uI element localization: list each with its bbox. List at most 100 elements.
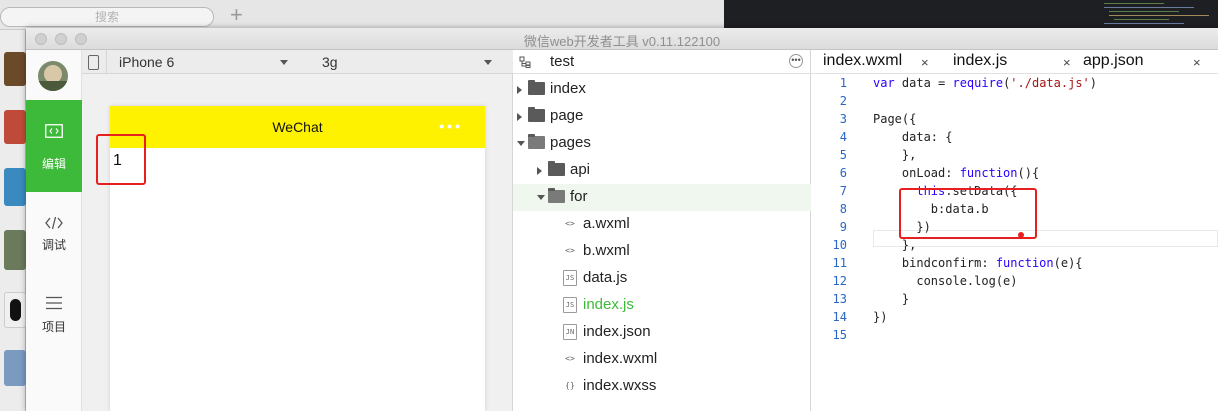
close-icon[interactable]: ×: [921, 55, 929, 70]
chevron-down-icon[interactable]: [484, 60, 492, 65]
code-line: Page({: [873, 112, 917, 126]
line-number: 6: [839, 166, 847, 180]
desktop-search-input[interactable]: 搜索: [0, 7, 214, 27]
thumbnail-image: [4, 350, 26, 386]
code-line: },: [873, 238, 917, 252]
annotation-box-setdata: [899, 188, 1037, 239]
line-number: 7: [839, 184, 847, 198]
chevron-right-icon[interactable]: [537, 167, 542, 175]
tree-item-data-js[interactable]: JS data.js: [513, 265, 811, 292]
code-line: }): [873, 310, 888, 324]
tab-label: index.js: [953, 52, 1008, 69]
tree-item-for[interactable]: for: [513, 184, 811, 211]
tab-label: app.json: [1083, 52, 1144, 69]
line-number: 3: [839, 112, 847, 126]
tab-app-json[interactable]: app.json ×: [1083, 50, 1215, 74]
tree-item-label: index.json: [583, 323, 651, 340]
tab-label: index.wxml: [823, 52, 903, 69]
phone-icon[interactable]: [88, 55, 99, 70]
tree-item-page[interactable]: page: [513, 103, 811, 130]
line-number: 2: [839, 94, 847, 108]
desktop-top-bar: 搜索 +: [0, 0, 724, 30]
project-title: test: [550, 53, 575, 70]
phone-nav-title: WeChat: [272, 119, 323, 135]
code-line: bindconfirm: function(e){: [873, 256, 1083, 270]
file-tree-panel: test ••• index page pages api for <> a.wxml <> b…: [513, 50, 811, 411]
screenshot-root: 搜索 + 微信web开发者工具 v0.11.122100 编辑 调试 项目 iP…: [0, 0, 1218, 411]
code-line: },: [873, 148, 917, 162]
tree-item-a-wxml[interactable]: <> a.wxml: [513, 211, 811, 238]
wxml-file-icon: <>: [565, 246, 575, 255]
tree-item-index-wxml[interactable]: <> index.wxml: [513, 346, 811, 373]
left-nav: 编辑 调试 项目: [26, 50, 82, 411]
chevron-down-icon[interactable]: [517, 141, 525, 146]
more-icon[interactable]: •••: [439, 118, 463, 134]
chevron-down-icon[interactable]: [537, 195, 545, 200]
window-title: 微信web开发者工具 v0.11.122100: [523, 34, 721, 49]
nav-label: 调试: [41, 238, 66, 252]
tree-item-b-wxml[interactable]: <> b.wxml: [513, 238, 811, 265]
phone-nav-bar: WeChat •••: [110, 106, 485, 148]
menu-icon: [46, 296, 62, 310]
close-icon[interactable]: ×: [1063, 55, 1071, 70]
tree-item-index-json[interactable]: JN index.json: [513, 319, 811, 346]
tree-item-label: data.js: [583, 269, 628, 286]
json-file-icon: JN: [563, 324, 577, 340]
devtools-window: 微信web开发者工具 v0.11.122100 编辑 调试 项目 iPhone …: [26, 28, 1218, 411]
tree-item-pages[interactable]: pages: [513, 130, 811, 157]
wxml-file-icon: <>: [565, 219, 575, 228]
line-number: 8: [839, 202, 847, 216]
folder-open-icon: [548, 188, 565, 203]
annotation-box-output: [96, 134, 146, 185]
tab-index-wxml[interactable]: index.wxml ×: [823, 50, 943, 74]
thumbnail-image: [4, 168, 26, 206]
tree-item-index-js[interactable]: JS index.js: [513, 292, 811, 319]
tree-layout-icon[interactable]: [519, 56, 531, 68]
phone-screen: WeChat ••• 1: [110, 106, 485, 411]
thumbnail-image: [4, 52, 26, 86]
background-code-window: [724, 0, 1218, 28]
close-icon[interactable]: ×: [1193, 55, 1201, 70]
tree-item-label: b.wxml: [583, 242, 630, 259]
chevron-right-icon[interactable]: [517, 113, 522, 121]
simulator-toolbar: iPhone 6 3g: [82, 50, 513, 74]
tree-item-label: index: [550, 80, 586, 97]
editor-tabs: index.wxml × index.js × app.json ×: [811, 50, 1218, 74]
nav-item-project[interactable]: 项目: [26, 278, 82, 370]
tree-item-label: index.js: [583, 296, 634, 313]
line-number: 5: [839, 148, 847, 162]
code-line: var data = require('./data.js'): [873, 76, 1098, 90]
thumbnail-image: [4, 230, 26, 270]
js-file-icon: JS: [563, 297, 577, 313]
code-line: }: [873, 292, 910, 306]
network-select[interactable]: 3g: [322, 54, 338, 70]
wxss-file-icon: {}: [565, 381, 575, 390]
line-number: 11: [832, 256, 847, 270]
nav-label: 编辑: [41, 157, 66, 171]
desktop-thumbnail-column: [0, 30, 26, 411]
folder-icon: [528, 107, 545, 122]
debug-icon: [45, 216, 63, 230]
tab-index-js[interactable]: index.js ×: [953, 50, 1073, 74]
wxml-file-icon: <>: [565, 354, 575, 363]
line-number: 13: [832, 292, 847, 306]
chevron-down-icon[interactable]: [280, 60, 288, 65]
file-tree-header: test •••: [513, 50, 811, 74]
device-select[interactable]: iPhone 6: [119, 54, 174, 70]
tree-item-label: index.wxss: [583, 377, 657, 394]
code-icon: [45, 124, 63, 138]
line-number: 4: [839, 130, 847, 144]
line-number: 15: [832, 328, 847, 342]
tree-item-api[interactable]: api: [513, 157, 811, 184]
more-options-icon[interactable]: •••: [789, 54, 803, 68]
nav-item-edit[interactable]: 编辑: [26, 100, 82, 192]
avatar[interactable]: [38, 61, 68, 91]
line-number: 9: [839, 220, 847, 234]
chevron-right-icon[interactable]: [517, 86, 522, 94]
desktop-plus-icon[interactable]: +: [230, 2, 243, 28]
tree-item-index[interactable]: index: [513, 76, 811, 103]
line-number: 14: [832, 310, 847, 324]
tree-item-index-wxss[interactable]: {} index.wxss: [513, 373, 811, 400]
code-line: console.log(e): [873, 274, 1018, 288]
code-line: onLoad: function(){: [873, 166, 1040, 180]
